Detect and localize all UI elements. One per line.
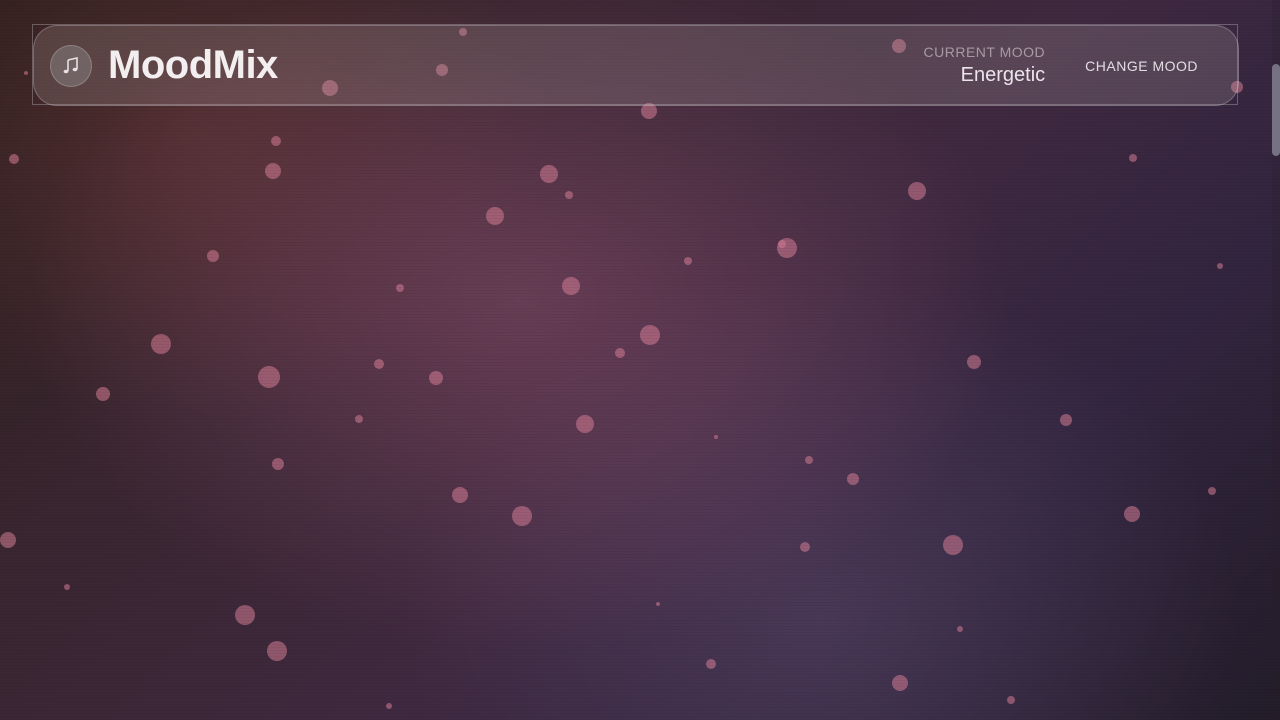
particle-dot [396, 284, 404, 292]
particle-dot [9, 154, 19, 164]
particle-dot [386, 703, 392, 709]
particle-dot [272, 458, 284, 470]
particle-dot [486, 207, 504, 225]
particle-dot [943, 535, 963, 555]
particle-dot [151, 334, 171, 354]
particle-dot [706, 659, 716, 669]
particle-dot [957, 626, 963, 632]
scanline-overlay [0, 0, 1280, 720]
particle-dot [684, 257, 692, 265]
particle-dot [429, 371, 443, 385]
music-note-icon [50, 44, 92, 87]
app-header: MoodMix Current Mood Energetic CHANGE MO… [33, 25, 1239, 106]
particle-dot [452, 487, 468, 503]
particle-dot [1208, 487, 1216, 495]
particle-dot [258, 366, 280, 388]
current-mood-value: Energetic [960, 64, 1046, 86]
particle-dot [207, 250, 219, 262]
particle-dot [512, 506, 532, 526]
particle-dot [265, 163, 281, 179]
floating-particles [0, 0, 1280, 720]
particle-dot [540, 165, 558, 183]
particle-dot [714, 435, 718, 439]
particle-dot [565, 191, 573, 199]
particle-dot [1007, 696, 1015, 704]
particle-dot [800, 542, 810, 552]
particle-dot [1060, 414, 1072, 426]
particle-dot [847, 473, 859, 485]
app-title: MoodMix [108, 43, 278, 87]
particle-dot [562, 277, 580, 295]
particle-dot [576, 415, 594, 433]
particle-dot [267, 641, 287, 661]
particle-dot [235, 605, 255, 625]
particle-dot [24, 71, 28, 75]
particle-dot [615, 348, 625, 358]
particle-dot [777, 238, 797, 258]
particle-dot [805, 456, 813, 464]
scrollbar-thumb[interactable] [1272, 64, 1280, 156]
particle-dot [64, 584, 70, 590]
particle-dot [656, 602, 660, 606]
particle-dot [967, 355, 981, 369]
particle-dot [908, 182, 926, 200]
particle-dot [96, 387, 110, 401]
particle-dot [374, 359, 384, 369]
particle-dot [1217, 263, 1223, 269]
particle-dot [778, 240, 786, 248]
particle-dot [1129, 154, 1137, 162]
particle-dot [271, 136, 281, 146]
particle-dot [0, 532, 16, 548]
particle-dot [1124, 506, 1140, 522]
scrollbar-track[interactable] [1272, 0, 1280, 720]
current-mood-label: Current Mood [923, 44, 1046, 60]
particle-dot [355, 415, 363, 423]
particle-dot [892, 675, 908, 691]
current-mood: Current Mood Energetic [924, 44, 1046, 87]
particle-dot [640, 325, 660, 345]
change-mood-button[interactable]: CHANGE MOOD [1085, 52, 1198, 80]
